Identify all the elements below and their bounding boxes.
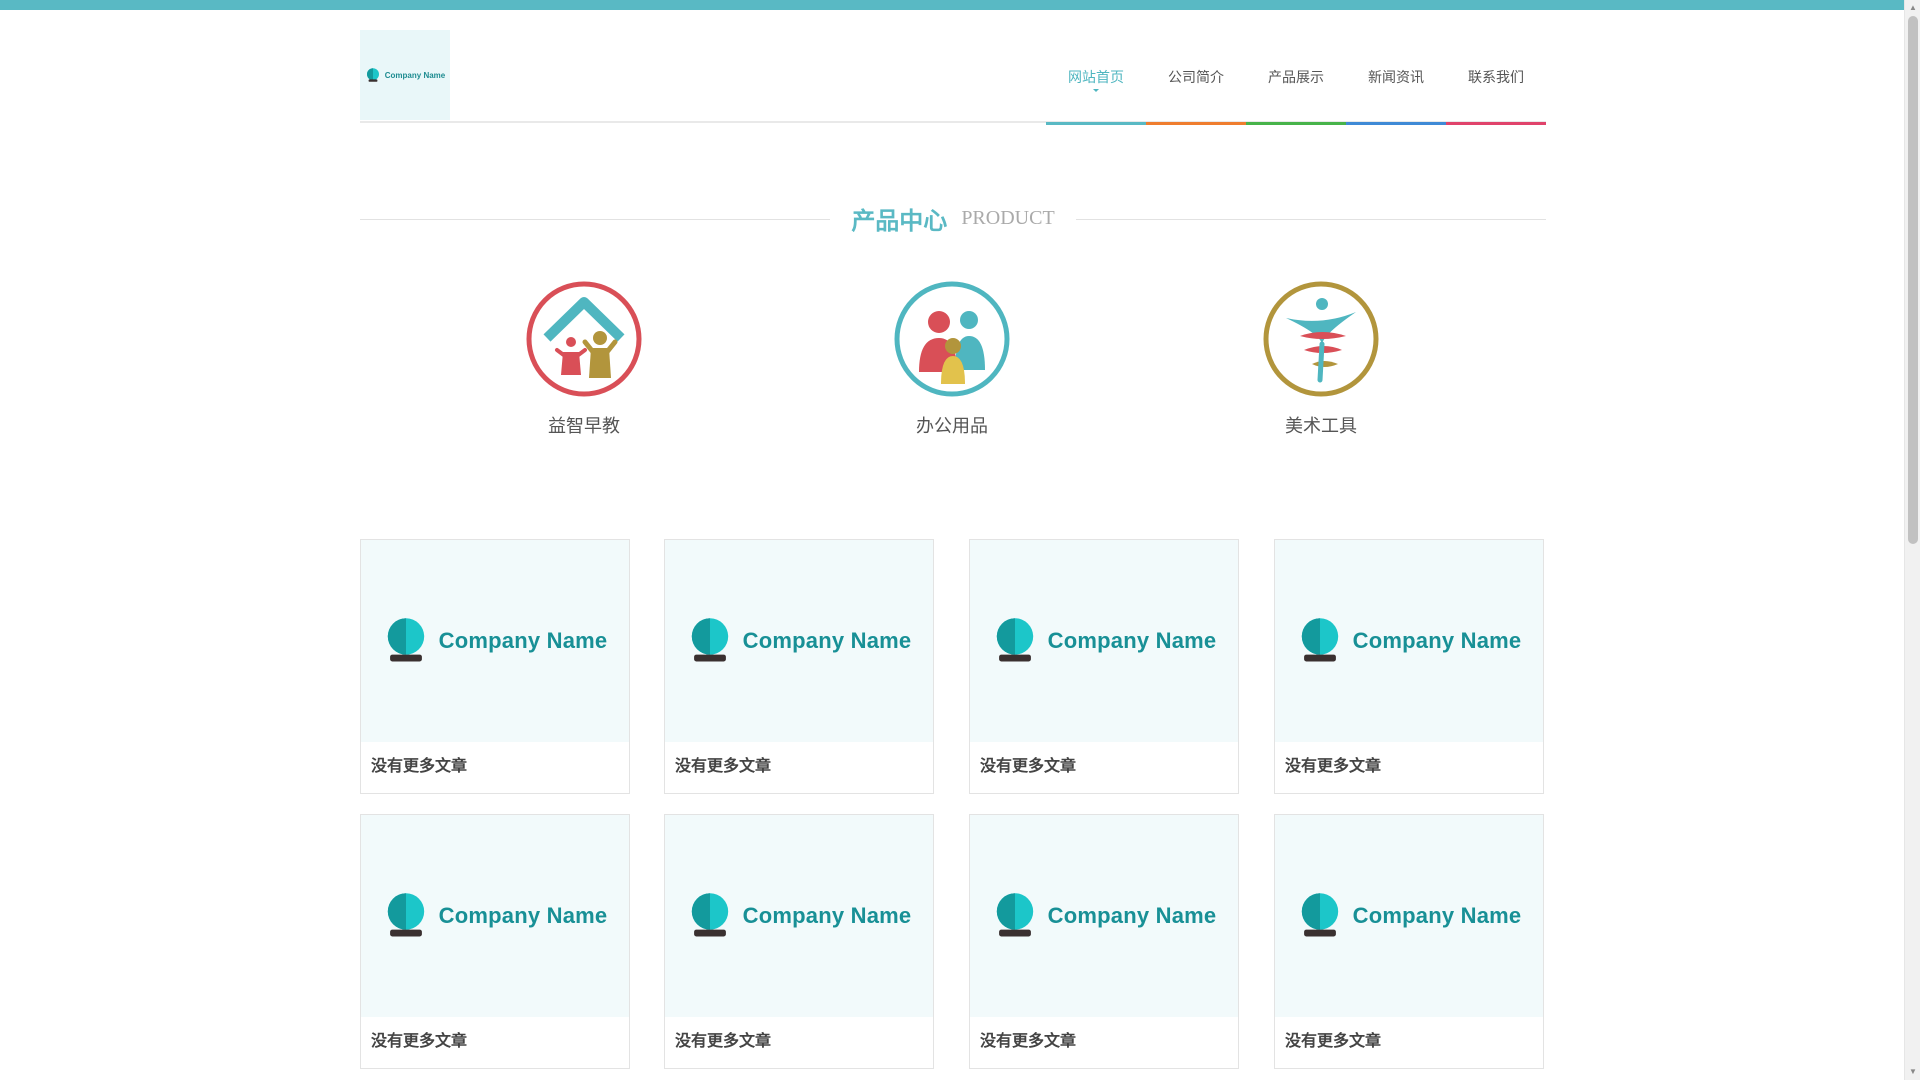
product-image[interactable]: Company Name — [665, 540, 933, 742]
family-house-icon — [526, 281, 642, 397]
image-logo-text: Company Name — [1352, 903, 1522, 928]
product-title[interactable]: 没有更多文章 — [1275, 1017, 1543, 1051]
nav-underline — [1046, 122, 1146, 125]
product-title[interactable]: 没有更多文章 — [665, 742, 933, 776]
globe-logo-icon — [1301, 618, 1338, 662]
divider-line — [1076, 219, 1546, 220]
nav-underline — [1246, 122, 1346, 125]
nav-item-products[interactable]: 产品展示 — [1246, 30, 1346, 125]
dancer-icon — [1263, 281, 1379, 397]
product-card[interactable]: Company Name 没有更多文章 — [969, 814, 1239, 1069]
product-image[interactable]: Company Name — [1275, 815, 1543, 1017]
product-card[interactable]: Company Name 没有更多文章 — [664, 814, 934, 1069]
scrollbar-thumb[interactable] — [1908, 16, 1918, 544]
product-card[interactable]: Company Name 没有更多文章 — [969, 539, 1239, 794]
top-accent-bar — [0, 0, 1904, 10]
category-label: 益智早教 — [548, 416, 620, 436]
globe-logo-icon — [387, 893, 424, 937]
section-title: 产品中心 PRODUCT — [850, 198, 1056, 238]
product-image[interactable]: Company Name — [665, 815, 933, 1017]
product-title[interactable]: 没有更多文章 — [361, 742, 629, 776]
scroll-up-arrow-icon[interactable]: ▲ — [1905, 0, 1920, 16]
image-logo-text: Company Name — [1047, 903, 1217, 928]
product-title[interactable]: 没有更多文章 — [1275, 742, 1543, 776]
product-card[interactable]: Company Name 没有更多文章 — [1274, 814, 1544, 1069]
divider-line — [360, 219, 830, 220]
family-people-icon — [894, 281, 1010, 397]
nav-item-contact[interactable]: 联系我们 — [1446, 30, 1546, 125]
category-item[interactable]: 美术工具 — [1221, 280, 1421, 438]
product-image[interactable]: Company Name — [361, 540, 629, 742]
image-logo-text: Company Name — [1047, 628, 1217, 653]
product-title[interactable]: 没有更多文章 — [361, 1017, 629, 1051]
nav-item-about[interactable]: 公司简介 — [1146, 30, 1246, 125]
globe-logo-icon — [996, 618, 1033, 662]
product-card[interactable]: Company Name 没有更多文章 — [360, 814, 630, 1069]
nav-item-label: 网站首页 — [1068, 69, 1124, 85]
globe-logo-icon — [387, 618, 424, 662]
section-title-en: PRODUCT — [961, 206, 1055, 229]
section-title-cn: 产品中心 — [851, 207, 948, 235]
product-card[interactable]: Company Name 没有更多文章 — [1274, 539, 1544, 794]
section-heading: 产品中心 PRODUCT — [360, 198, 1546, 238]
product-card[interactable]: Company Name 没有更多文章 — [360, 539, 630, 794]
nav-item-label: 联系我们 — [1468, 69, 1524, 85]
scroll-down-arrow-icon[interactable]: ▼ — [1905, 1064, 1920, 1080]
nav-item-label: 新闻资讯 — [1368, 69, 1424, 85]
category-label: 美术工具 — [1285, 416, 1357, 436]
category-label: 办公用品 — [916, 416, 988, 436]
globe-logo-icon — [366, 68, 379, 82]
product-image[interactable]: Company Name — [361, 815, 629, 1017]
site-header: Company Name 网站首页 公司简介 产品展示 新闻资讯 联系我们 — [360, 30, 1546, 125]
nav-underline — [1446, 122, 1546, 125]
product-title[interactable]: 没有更多文章 — [970, 742, 1238, 776]
product-card[interactable]: Company Name 没有更多文章 — [664, 539, 934, 794]
product-image[interactable]: Company Name — [1275, 540, 1543, 742]
image-logo-text: Company Name — [1352, 628, 1522, 653]
image-logo-text: Company Name — [742, 903, 912, 928]
image-logo-text: Company Name — [438, 628, 608, 653]
image-logo-text: Company Name — [438, 903, 608, 928]
category-item[interactable]: 办公用品 — [852, 280, 1052, 438]
logo-text: Company Name — [384, 70, 446, 80]
category-item[interactable]: 益智早教 — [484, 280, 684, 438]
product-title[interactable]: 没有更多文章 — [970, 1017, 1238, 1051]
caret-down-icon — [1093, 89, 1099, 92]
product-title[interactable]: 没有更多文章 — [665, 1017, 933, 1051]
product-image[interactable]: Company Name — [970, 540, 1238, 742]
product-image[interactable]: Company Name — [970, 815, 1238, 1017]
globe-logo-icon — [691, 618, 728, 662]
nav-underline — [1146, 122, 1246, 125]
main-nav: 网站首页 公司简介 产品展示 新闻资讯 联系我们 — [1046, 30, 1546, 125]
globe-logo-icon — [1301, 893, 1338, 937]
image-logo-text: Company Name — [742, 628, 912, 653]
site-logo[interactable]: Company Name — [360, 30, 450, 120]
nav-item-label: 公司简介 — [1168, 69, 1224, 85]
nav-item-news[interactable]: 新闻资讯 — [1346, 30, 1446, 125]
vertical-scrollbar[interactable]: ▲ ▼ — [1904, 0, 1920, 1080]
nav-underline — [1346, 122, 1446, 125]
nav-item-label: 产品展示 — [1268, 69, 1324, 85]
nav-item-home[interactable]: 网站首页 — [1046, 30, 1146, 125]
globe-logo-icon — [691, 893, 728, 937]
globe-logo-icon — [996, 893, 1033, 937]
